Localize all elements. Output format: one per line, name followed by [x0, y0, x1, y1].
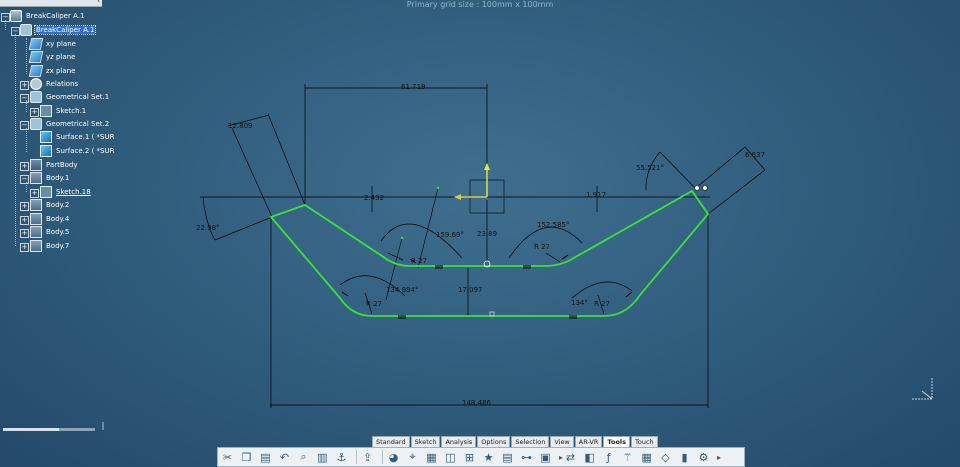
dimension-radius-4[interactable]: R 27 [594, 300, 610, 308]
sketch-profile[interactable] [269, 189, 710, 317]
sketch-canvas[interactable]: 61.719 12.809 2.432 22.98° 159.69° 23.89… [0, 0, 960, 467]
compass-tool-icon[interactable]: ⚓ [334, 450, 349, 465]
constraint-mark [625, 291, 633, 298]
battery-icon[interactable]: ▮ [677, 450, 692, 465]
connect-icon[interactable]: ⇄ [563, 450, 578, 465]
radius-leader [545, 252, 561, 263]
construction-point[interactable] [400, 236, 404, 240]
tab-tools[interactable]: Tools [603, 436, 631, 447]
angle-arc [571, 281, 633, 299]
tab-options[interactable]: Options [477, 436, 511, 447]
tab-view[interactable]: View [550, 436, 574, 447]
radius-leader [387, 252, 404, 261]
copy-icon[interactable]: ❐ [239, 450, 254, 465]
compass-icon[interactable] [910, 372, 940, 402]
grid-icon[interactable]: ▦ [424, 450, 439, 465]
dimension-radius-3[interactable]: R 27 [366, 300, 382, 308]
multiview-icon[interactable]: ◫ [443, 450, 458, 465]
v-axis-arrow-icon [484, 163, 490, 170]
toolbar-separator [382, 450, 383, 464]
extension-line [267, 113, 306, 206]
extension-line [707, 169, 766, 215]
shape-icon[interactable]: ◇ [658, 450, 673, 465]
extension-line [231, 127, 273, 218]
toolbar-separator [356, 450, 357, 464]
extension-line [659, 151, 698, 191]
action-bar: ✂ ❐ ▤ ↶ ⌕ ▥ ⚓ ⇪ ◕ ⌖ ▦ ◫ ⊞ ★ ▤ ⊶ ▣ ▸ ⇄ ◧ … [217, 447, 745, 467]
formula-icon[interactable]: ƒ [601, 450, 616, 465]
compass-axes [912, 377, 933, 400]
tree-icon[interactable]: ⊶ [519, 450, 534, 465]
export-icon[interactable]: ⇪ [360, 450, 375, 465]
book-icon[interactable]: ▥ [315, 450, 330, 465]
settings-icon[interactable]: ⚙ [696, 450, 711, 465]
camera-icon[interactable]: ▣ [538, 450, 553, 465]
zoom-icon[interactable]: ⌕ [296, 450, 311, 465]
layer-icon[interactable]: ◧ [582, 450, 597, 465]
paste-icon[interactable]: ▤ [258, 450, 273, 465]
tab-sketch[interactable]: Sketch [410, 436, 441, 447]
action-bar-tabs[interactable]: Standard Sketch Analysis Options Selecti… [372, 436, 659, 447]
dimension-55-521[interactable]: 55.521° [636, 164, 664, 172]
extension-line [214, 216, 273, 241]
dimension-61-719[interactable]: 61.719 [401, 83, 426, 91]
tab-standard[interactable]: Standard [372, 436, 410, 447]
sketch-axis-system[interactable] [454, 163, 505, 214]
dimension-22-98[interactable]: 22.98° [196, 224, 220, 232]
dimension-159-69[interactable]: 159.69° [436, 231, 464, 239]
dimension-radius-1[interactable]: R 27 [411, 257, 427, 265]
cut-icon[interactable]: ✂ [220, 450, 235, 465]
h-axis-arrow-icon [454, 194, 461, 200]
undo-icon[interactable]: ↶ [277, 450, 292, 465]
dimension-148-486[interactable]: 148.486 [462, 399, 491, 407]
dimension-12-809[interactable]: 12.809 [228, 122, 253, 130]
extension-line [696, 146, 746, 188]
dimension-17-097[interactable]: 17.097 [458, 286, 483, 294]
construction-line [417, 187, 439, 269]
vertex-icon[interactable] [694, 185, 700, 191]
sphere-icon[interactable]: ◕ [386, 450, 401, 465]
dimension-1-917[interactable]: 1.917 [586, 191, 606, 199]
wireframe-icon[interactable]: ⌖ [405, 450, 420, 465]
dimension-23-89[interactable]: 23.89 [477, 230, 497, 238]
tab-touch[interactable]: Touch [631, 436, 658, 447]
compass-axis [921, 390, 933, 400]
tab-analysis[interactable]: Analysis [441, 436, 477, 447]
tab-ar-vr[interactable]: AR-VR [574, 436, 603, 447]
dimension-134-984[interactable]: 134.984° [386, 286, 418, 294]
dimension-152-585[interactable]: 152.585° [537, 221, 569, 229]
vertex-icon[interactable] [702, 185, 708, 191]
sheet-icon[interactable]: ▤ [500, 450, 515, 465]
measure-icon[interactable]: ⊞ [462, 450, 477, 465]
constraint-mark [561, 254, 569, 260]
wizard-icon[interactable]: ⚚ [620, 450, 635, 465]
dimension-6-637[interactable]: 6.637 [745, 151, 765, 159]
construction-lines [385, 187, 439, 301]
angle-arc [202, 196, 216, 241]
tab-selection[interactable]: Selection [511, 436, 550, 447]
dimension-2-432[interactable]: 2.432 [364, 194, 384, 202]
dimension-radius-2[interactable]: R 27 [534, 243, 550, 251]
constraint-mark [341, 291, 349, 297]
star-icon[interactable]: ★ [481, 450, 496, 465]
dimension-134[interactable]: 134° [571, 299, 588, 307]
more-icon[interactable]: ▸ [717, 453, 721, 462]
construction-point[interactable] [436, 186, 440, 190]
table-icon[interactable]: ▦ [639, 450, 654, 465]
